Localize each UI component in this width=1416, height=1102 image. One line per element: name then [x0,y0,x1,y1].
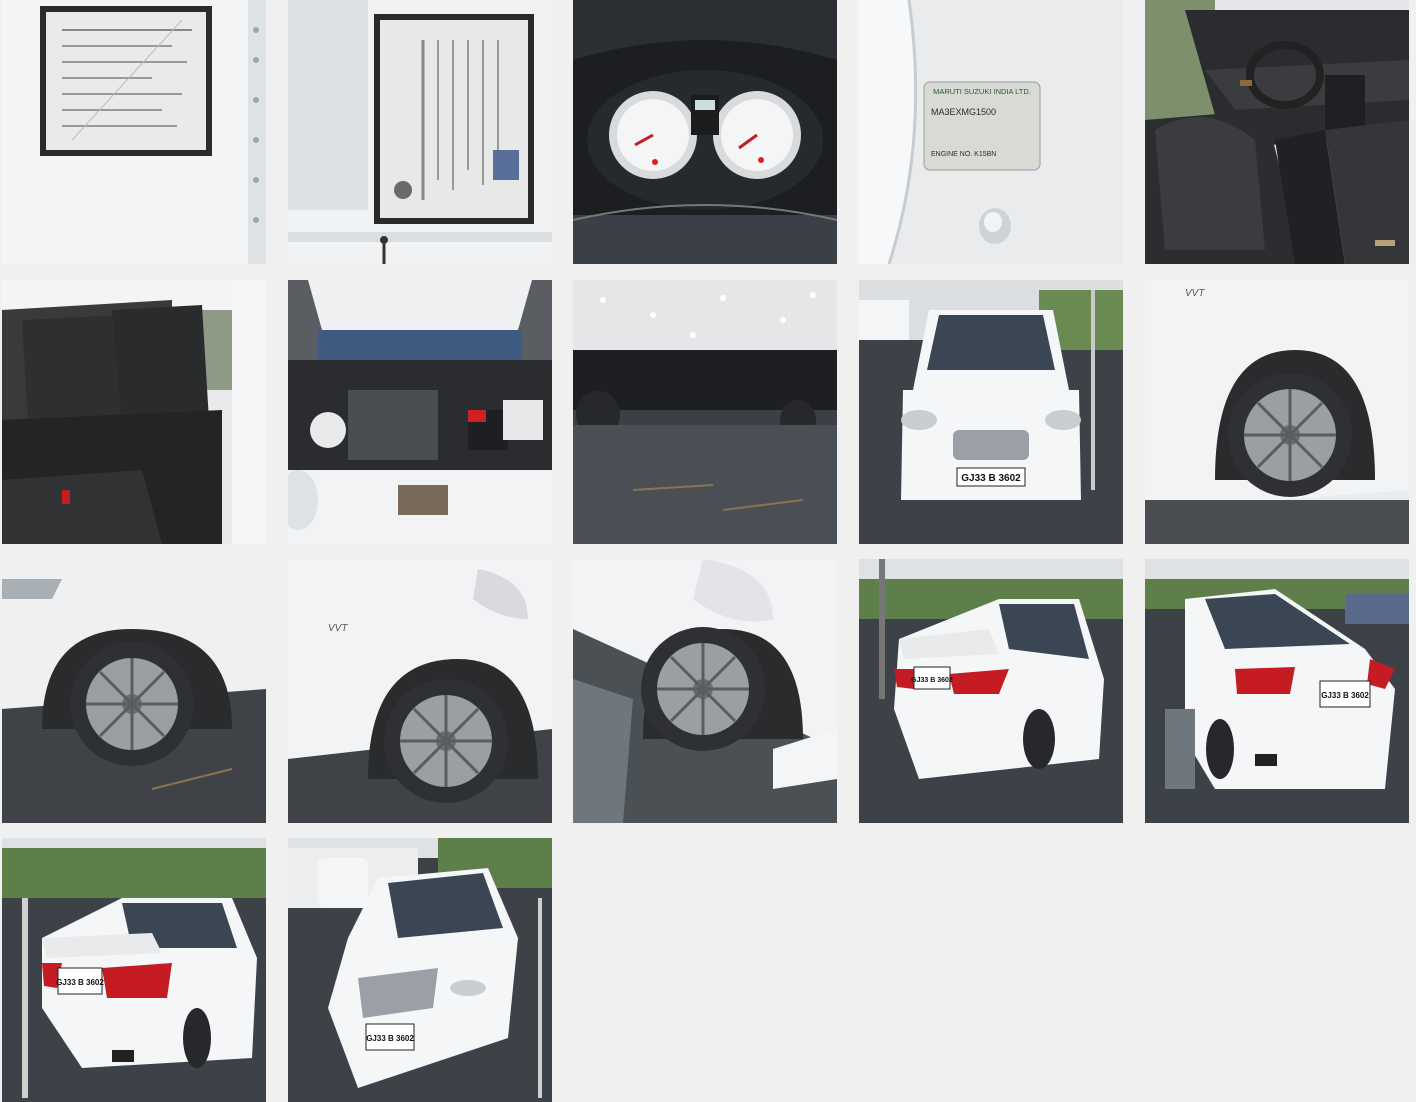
interior-photo-image [1145,0,1409,264]
license-plate-text: GJ33 B 3602 [56,978,104,987]
photo-registration-certificate-back[interactable] [2,0,266,264]
license-plate-text: GJ33 B 3602 [366,1034,414,1043]
wheel-photo-image: VVT [288,559,552,823]
vvt-badge-text: VVT [1185,288,1205,299]
photo-rear-wheel-left[interactable] [2,559,266,823]
vin-number-text: MA3EXMG1500 [931,107,996,117]
photo-gallery: MARUTI SUZUKI INDIA LTD. MA3EXMG1500 ENG… [0,0,1416,1102]
car-front-photo-image: GJ33 B 3602 [859,280,1123,544]
license-plate-text: GJ33 B 3602 [1321,691,1369,700]
car-rear-photo-image: GJ33 B 3602 [2,838,266,1102]
car-rear-photo-image: GJ33 B 3602 [859,559,1123,823]
car-rear-photo-image: GJ33 B 3602 [1145,559,1409,823]
document-photo-image [288,0,552,264]
photo-front-three-quarter[interactable]: GJ33 B 3602 [288,838,552,1102]
wheel-photo-image [2,559,266,823]
photo-vin-plate[interactable]: MARUTI SUZUKI INDIA LTD. MA3EXMG1500 ENG… [859,0,1123,264]
vin-maker-text: MARUTI SUZUKI INDIA LTD. [933,87,1031,96]
photo-instrument-cluster[interactable] [573,0,837,264]
license-plate-text: GJ33 B 3602 [911,677,953,684]
engine-bay-photo-image [288,280,552,544]
license-plate-text: GJ33 B 3602 [961,473,1021,484]
engine-number-text: ENGINE NO. K15BN [931,151,996,158]
photo-front-wheel-left[interactable]: VVT [288,559,552,823]
rear-seat-photo-image [2,280,266,544]
photo-front-interior[interactable] [1145,0,1409,264]
photo-front-wheel-right[interactable]: VVT [1145,280,1409,544]
photo-rear-left-view[interactable]: GJ33 B 3602 [859,559,1123,823]
dashboard-photo-image [573,0,837,264]
photo-engine-bay[interactable] [288,280,552,544]
photo-registration-certificate-front[interactable] [288,0,552,264]
wheel-photo-image [573,559,837,823]
underbody-photo-image [573,280,837,544]
photo-underbody[interactable] [573,280,837,544]
photo-rear-seats[interactable] [2,280,266,544]
photo-front-view[interactable]: GJ33 B 3602 [859,280,1123,544]
vin-plate-photo-image: MARUTI SUZUKI INDIA LTD. MA3EXMG1500 ENG… [859,0,1123,264]
document-photo-image [2,0,266,264]
photo-rear-right-view[interactable]: GJ33 B 3602 [1145,559,1409,823]
photo-rear-three-quarter[interactable]: GJ33 B 3602 [2,838,266,1102]
car-front-photo-image: GJ33 B 3602 [288,838,552,1102]
wheel-photo-image: VVT [1145,280,1409,544]
photo-rear-wheel-right[interactable] [573,559,837,823]
vvt-badge-text: VVT [328,623,348,634]
